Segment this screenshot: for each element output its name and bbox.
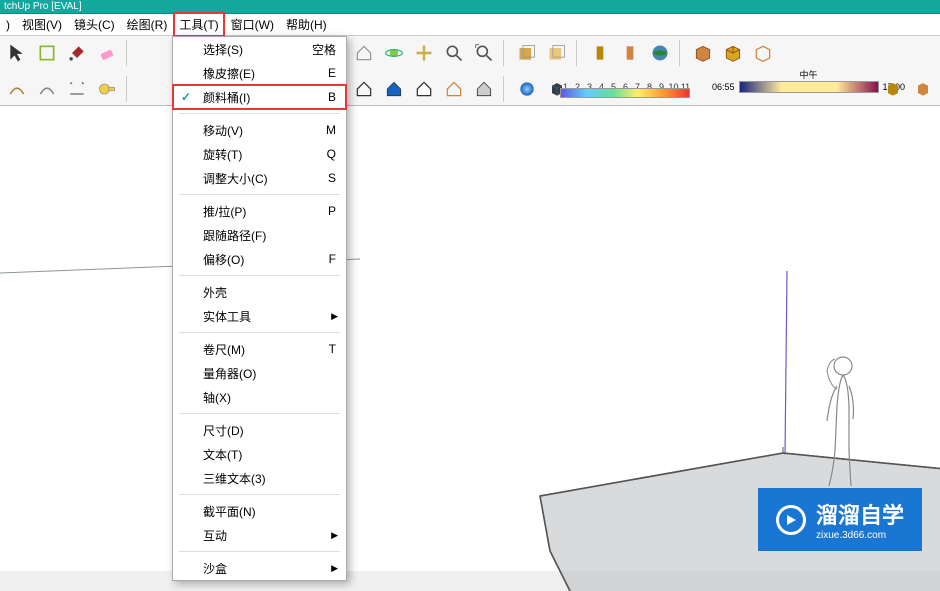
menu-dimensions[interactable]: 尺寸(D) [173, 418, 346, 442]
house-a-icon[interactable] [351, 76, 377, 102]
house-b-icon[interactable] [381, 76, 407, 102]
separator [179, 194, 340, 195]
building1-icon[interactable] [587, 40, 613, 66]
menu-sandbox[interactable]: 沙盒▶ [173, 556, 346, 580]
eraser-icon[interactable] [94, 40, 120, 66]
menu-axes[interactable]: 轴(X) [173, 385, 346, 409]
separator [179, 275, 340, 276]
component-icon[interactable] [34, 40, 60, 66]
paint-icon[interactable] [64, 40, 90, 66]
separator [126, 76, 131, 102]
menu-item-camera[interactable]: 镜头(C) [68, 12, 121, 37]
menu-3dtext[interactable]: 三维文本(3) [173, 466, 346, 490]
globe-icon[interactable] [647, 40, 673, 66]
separator [576, 40, 581, 66]
house-c-icon[interactable] [411, 76, 437, 102]
menu-paint-bucket[interactable]: ✓颜料桶(I)B [173, 85, 346, 109]
menu-item-window[interactable]: 窗口(W) [225, 12, 280, 37]
tools-menu-dropdown: 选择(S)空格 橡皮擦(E)E ✓颜料桶(I)B 移动(V)M 旋转(T)Q 调… [172, 36, 347, 581]
box3-icon[interactable] [750, 40, 776, 66]
menu-eraser[interactable]: 橡皮擦(E)E [173, 61, 346, 85]
pan-icon[interactable] [411, 40, 437, 66]
menu-interact[interactable]: 互动▶ [173, 523, 346, 547]
separator [179, 413, 340, 414]
menu-shell[interactable]: 外壳 [173, 280, 346, 304]
menu-protractor[interactable]: 量角器(O) [173, 361, 346, 385]
menu-item-close[interactable]: ) [0, 14, 16, 36]
menu-bar: ) 视图(V) 镜头(C) 绘图(R) 工具(T) 窗口(W) 帮助(H) [0, 14, 940, 36]
menu-item-draw[interactable]: 绘图(R) [121, 12, 174, 37]
arrow-icon[interactable] [4, 40, 30, 66]
layer1-icon[interactable] [514, 40, 540, 66]
scale-figure [815, 351, 865, 491]
menu-solid-tools[interactable]: 实体工具▶ [173, 304, 346, 328]
sphere-blue-icon[interactable] [514, 76, 540, 102]
separator [679, 40, 684, 66]
separator [126, 40, 131, 66]
zoom-icon[interactable] [441, 40, 467, 66]
text-icon[interactable] [137, 76, 163, 102]
menu-item-tools[interactable]: 工具(T) [173, 12, 224, 37]
menu-offset[interactable]: 偏移(O)F [173, 247, 346, 271]
separator [503, 40, 508, 66]
rectangle-icon[interactable] [137, 40, 163, 66]
solid1-icon[interactable] [880, 76, 906, 102]
menu-select[interactable]: 选择(S)空格 [173, 37, 346, 61]
play-icon [776, 505, 806, 535]
zoom-extents-icon[interactable] [471, 40, 497, 66]
watermark-logo: 溜溜自学 zixue.3d66.com [758, 488, 922, 551]
layer2-icon[interactable] [544, 40, 570, 66]
dimension-icon[interactable] [64, 76, 90, 102]
toolbar: 1 2 3 4 5 6 7 8 9 10 11 06:55 中午 17:00 [0, 36, 940, 106]
menu-tape[interactable]: 卷尺(M)T [173, 337, 346, 361]
solid2-icon[interactable] [910, 76, 936, 102]
separator [179, 494, 340, 495]
chevron-right-icon: ▶ [331, 311, 338, 322]
time-scale[interactable]: 06:55 中午 17:00 [712, 76, 905, 98]
menu-followme[interactable]: 跟随路径(F) [173, 223, 346, 247]
menu-pushpull[interactable]: 推/拉(P)P [173, 199, 346, 223]
separator [179, 332, 340, 333]
orbit-icon[interactable] [381, 40, 407, 66]
house-d-icon[interactable] [441, 76, 467, 102]
menu-text[interactable]: 文本(T) [173, 442, 346, 466]
house-e-icon[interactable] [471, 76, 497, 102]
house1-icon[interactable] [351, 40, 377, 66]
menu-rotate[interactable]: 旋转(T)Q [173, 142, 346, 166]
separator [503, 76, 508, 102]
chevron-right-icon: ▶ [331, 563, 338, 574]
chevron-right-icon: ▶ [331, 530, 338, 541]
menu-move[interactable]: 移动(V)M [173, 118, 346, 142]
building2-icon[interactable] [617, 40, 643, 66]
check-icon: ✓ [181, 90, 191, 104]
separator [179, 551, 340, 552]
box1-icon[interactable] [690, 40, 716, 66]
menu-scale[interactable]: 调整大小(C)S [173, 166, 346, 190]
box2-icon[interactable] [720, 40, 746, 66]
menu-section[interactable]: 截平面(N) [173, 499, 346, 523]
menu-item-help[interactable]: 帮助(H) [280, 12, 333, 37]
tape-icon[interactable] [94, 76, 120, 102]
title-text: tchUp Pro [EVAL] [4, 1, 82, 12]
menu-item-view[interactable]: 视图(V) [16, 12, 68, 37]
separator [179, 113, 340, 114]
arc1-icon[interactable] [4, 76, 30, 102]
toolbar-row-1 [4, 40, 776, 66]
viewport-3d[interactable]: 溜溜自学 zixue.3d66.com [0, 106, 940, 571]
arc2-icon[interactable] [34, 76, 60, 102]
